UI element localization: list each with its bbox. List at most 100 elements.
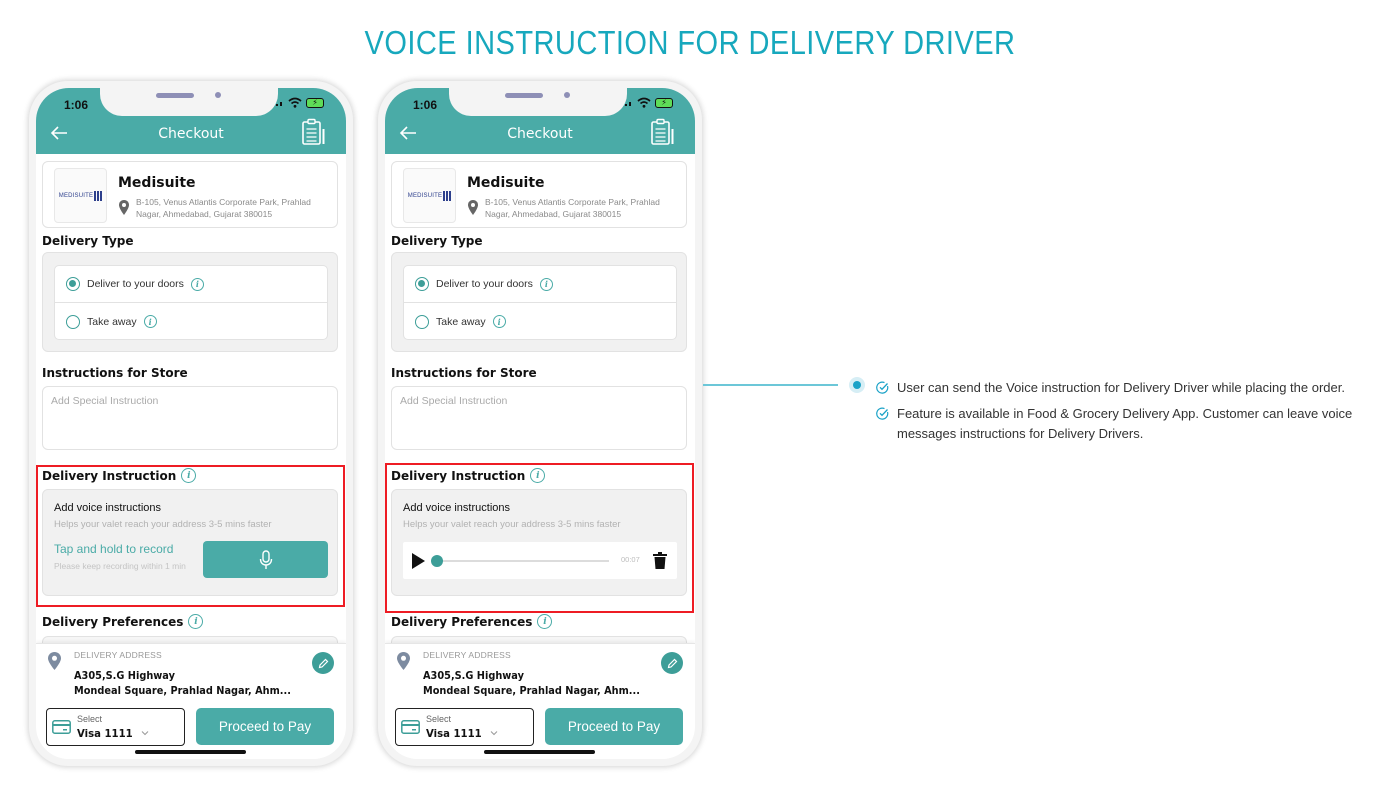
home-indicator <box>484 750 595 754</box>
wifi-icon <box>288 97 302 108</box>
app-header: 1:06 ⚡ Checkout <box>385 88 695 154</box>
location-pin-icon <box>119 200 129 215</box>
option-label: Take away <box>87 315 137 328</box>
location-pin-icon <box>397 652 410 670</box>
store-address: B-105, Venus Atlantis Corporate Park, Pr… <box>136 197 311 219</box>
address-line-2: Mondeal Square, Prahlad Nagar, Ahm... <box>423 685 640 697</box>
app-header: 1:06 ⚡ Checkout <box>36 88 346 154</box>
page-title: VOICE INSTRUCTION FOR DELIVERY DRIVER <box>364 24 1016 61</box>
info-icon[interactable]: i <box>537 614 553 629</box>
option-label: Deliver to your doors <box>87 278 184 290</box>
address-line-2: Mondeal Square, Prahlad Nagar, Ahm... <box>74 685 291 697</box>
delivery-preferences-label-text: Delivery Preferences <box>42 614 184 629</box>
store-instructions-label: Instructions for Store <box>42 366 188 380</box>
front-camera <box>564 92 570 98</box>
address-line-1: A305,S.G Highway <box>423 670 524 682</box>
proceed-to-pay-button[interactable]: Proceed to Pay <box>545 708 683 745</box>
radio-unchecked[interactable] <box>66 314 80 329</box>
store-name: Medisuite <box>467 175 545 191</box>
credit-card-icon <box>52 720 71 734</box>
chevron-down-icon <box>141 731 149 736</box>
store-card: MEDISUITE Medisuite B-105, Venus Atlanti… <box>42 161 338 228</box>
delivery-type-box: Deliver to your doors i Take away i <box>391 252 687 352</box>
option-label: Take away <box>436 315 486 328</box>
feature-item: User can send the Voice instruction for … <box>876 378 1366 398</box>
proceed-to-pay-button[interactable]: Proceed to Pay <box>196 708 334 745</box>
select-label: Select <box>426 714 452 724</box>
store-instructions-label-text: Instructions for Store <box>391 366 537 380</box>
credit-card-icon <box>401 720 420 734</box>
phone-screen: 1:06 ⚡ Checkout MEDISUITE Medisuite B-10… <box>36 88 346 759</box>
pencil-icon <box>667 658 677 668</box>
phone-record-state: 1:06 ⚡ Checkout MEDISUITE Medisuite B-10… <box>28 80 354 767</box>
device-notch <box>449 88 627 116</box>
option-take-away[interactable]: Take away i <box>55 303 327 340</box>
store-name: Medisuite <box>118 175 196 191</box>
check-circle-icon <box>876 407 889 420</box>
logo-text: MEDISUITE <box>407 192 443 199</box>
store-logo: MEDISUITE <box>54 168 107 223</box>
connector-dot <box>849 377 865 393</box>
chevron-down-icon <box>490 731 498 736</box>
speaker-grille <box>156 93 194 98</box>
option-deliver-to-doors[interactable]: Deliver to your doors i <box>55 266 327 303</box>
clipboard-icon[interactable] <box>302 118 326 146</box>
payment-card-select[interactable]: Select Visa 1111 <box>395 708 534 746</box>
delivery-preferences-label: Delivery Preferences i <box>42 614 204 629</box>
address-line-1: A305,S.G Highway <box>74 670 175 682</box>
logo-mark <box>94 190 103 201</box>
info-icon[interactable]: i <box>539 277 553 291</box>
selected-card: Visa 1111 <box>426 727 482 740</box>
status-time: 1:06 <box>413 98 438 112</box>
payment-card-select[interactable]: Select Visa 1111 <box>46 708 185 746</box>
feature-text: Feature is available in Food & Grocery D… <box>897 406 1353 441</box>
clipboard-icon[interactable] <box>651 118 675 146</box>
device-notch <box>100 88 278 116</box>
edit-address-button[interactable] <box>312 652 334 674</box>
front-camera <box>215 92 221 98</box>
store-card: MEDISUITE Medisuite B-105, Venus Atlanti… <box>391 161 687 228</box>
highlight-box <box>36 465 345 607</box>
checkout-footer: DELIVERY ADDRESS A305,S.G Highway Mondea… <box>385 643 695 759</box>
signal-icon <box>625 100 633 106</box>
status-icons: ⚡ <box>625 97 673 108</box>
phone-playback-state: 1:06 ⚡ Checkout MEDISUITE Medisuite B-10… <box>377 80 703 767</box>
delivery-preferences-label-text: Delivery Preferences <box>391 614 533 629</box>
checkout-footer: DELIVERY ADDRESS A305,S.G Highway Mondea… <box>36 643 346 759</box>
info-icon[interactable]: i <box>492 315 506 328</box>
store-instructions-input[interactable] <box>391 386 687 450</box>
delivery-preferences-label: Delivery Preferences i <box>391 614 553 629</box>
info-icon[interactable]: i <box>190 277 204 291</box>
pencil-icon <box>318 658 328 668</box>
option-label: Deliver to your doors <box>436 278 533 290</box>
highlight-box <box>385 463 694 613</box>
option-take-away[interactable]: Take away i <box>404 303 676 340</box>
store-instructions-label: Instructions for Store <box>391 366 537 380</box>
info-icon[interactable]: i <box>188 614 204 629</box>
check-circle-icon <box>876 381 889 394</box>
delivery-type-options: Deliver to your doors i Take away i <box>403 265 677 340</box>
radio-unchecked[interactable] <box>415 314 429 329</box>
option-deliver-to-doors[interactable]: Deliver to your doors i <box>404 266 676 303</box>
logo-mark <box>443 190 452 201</box>
battery-charging-icon: ⚡ <box>306 97 324 108</box>
radio-checked[interactable] <box>66 277 80 291</box>
delivery-type-label-text: Delivery Type <box>391 234 483 248</box>
radio-checked[interactable] <box>415 277 429 291</box>
store-address: B-105, Venus Atlantis Corporate Park, Pr… <box>485 197 660 219</box>
edit-address-button[interactable] <box>661 652 683 674</box>
location-pin-icon <box>468 200 478 215</box>
delivery-type-label-text: Delivery Type <box>42 234 134 248</box>
location-pin-icon <box>48 652 61 670</box>
info-icon[interactable]: i <box>143 315 157 328</box>
logo-text: MEDISUITE <box>58 192 94 199</box>
phone-screen: 1:06 ⚡ Checkout MEDISUITE Medisuite B-10… <box>385 88 695 759</box>
select-label: Select <box>77 714 103 724</box>
status-time: 1:06 <box>64 98 89 112</box>
speaker-grille <box>505 93 543 98</box>
store-instructions-input[interactable] <box>42 386 338 450</box>
status-icons: ⚡ <box>276 97 324 108</box>
delivery-address-label: DELIVERY ADDRESS <box>423 650 511 660</box>
screen-title: Checkout <box>507 126 573 142</box>
screen-title: Checkout <box>158 126 224 142</box>
